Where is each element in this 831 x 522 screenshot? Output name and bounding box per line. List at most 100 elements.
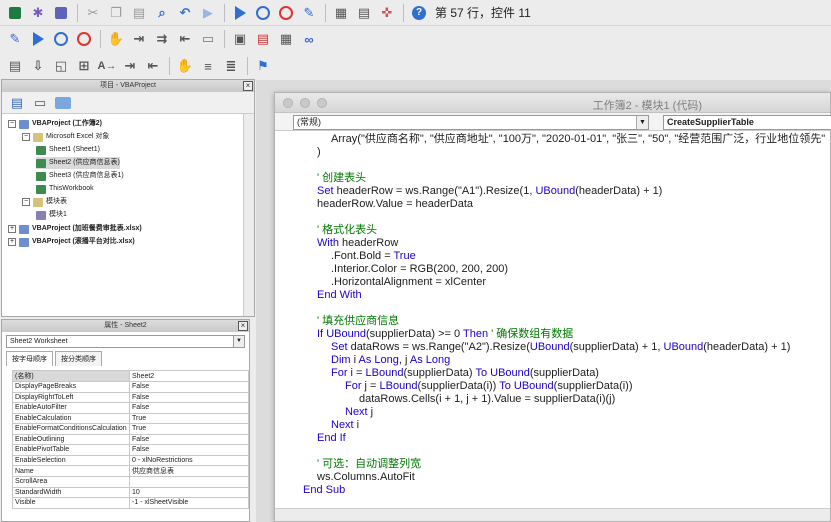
property-value[interactable]: True (129, 412, 249, 424)
step-out-icon[interactable]: ⇤ (174, 28, 196, 50)
bookmark-icon[interactable]: ⚑ (252, 55, 274, 77)
toggle-breakpoint-icon[interactable]: ✋ (105, 28, 127, 50)
reset-icon[interactable] (73, 28, 95, 50)
project-explorer-icon[interactable]: ▦ (330, 2, 352, 24)
quick-watch-icon[interactable]: ∞ (298, 28, 320, 50)
watch-window-icon[interactable]: ▤ (252, 28, 274, 50)
design-mode-icon[interactable]: ✎ (298, 2, 320, 24)
design-mode-icon[interactable]: ✎ (4, 28, 26, 50)
property-value[interactable]: True (129, 423, 249, 435)
property-row[interactable]: Visible -1 - xlSheetVisible (12, 497, 249, 509)
insert-module-icon[interactable]: ✱ (27, 2, 49, 24)
property-value[interactable]: False (129, 391, 249, 403)
help-icon[interactable]: ? (408, 2, 430, 24)
tree-node[interactable]: − VBAProject (工作簿2) (8, 118, 102, 130)
tree-node[interactable]: 模块1 (36, 209, 67, 221)
tree-node[interactable]: ThisWorkbook (36, 183, 94, 195)
collapse-icon[interactable]: − (22, 198, 30, 206)
comment-block-icon[interactable]: ≡ (197, 55, 219, 77)
property-value[interactable]: False (129, 433, 249, 445)
tree-node[interactable]: Sheet2 (供应商信息表) (36, 157, 120, 169)
save-icon[interactable] (50, 2, 72, 24)
collapse-icon[interactable]: − (22, 133, 30, 141)
property-row[interactable]: DisplayPageBreaks False (12, 381, 249, 393)
quick-info-icon[interactable]: ◱ (50, 55, 72, 77)
tab-categorized[interactable]: 按分类顺序 (55, 351, 102, 366)
property-row[interactable]: EnableSelection 0 - xlNoRestrictions (12, 454, 249, 466)
property-row[interactable]: (名称) Sheet2 (12, 370, 249, 382)
view-code-icon[interactable]: ▤ (6, 92, 28, 114)
property-row[interactable]: EnableAutoFilter False (12, 402, 249, 414)
property-value[interactable]: False (129, 402, 249, 414)
view-object-icon[interactable]: ▭ (29, 92, 51, 114)
locals-window-icon[interactable]: ▭ (197, 28, 219, 50)
property-row[interactable]: EnableFormatConditionsCalculation True (12, 423, 249, 435)
list-constants-icon[interactable]: ⇩ (27, 55, 49, 77)
toggle-breakpoint-icon[interactable]: ✋ (174, 55, 196, 77)
run-icon[interactable] (27, 28, 49, 50)
tree-node[interactable]: + VBAProject (加班餐费审批表.xlsx) (8, 223, 142, 235)
project-explorer-scrollbar[interactable] (243, 114, 254, 316)
uncomment-block-icon[interactable]: ≣ (220, 55, 242, 77)
properties-icon[interactable]: ▤ (353, 2, 375, 24)
immediate-window-icon[interactable]: ▣ (229, 28, 251, 50)
code-editor[interactable]: Array("供应商名称", "供应商地址", "100万", "2020-01… (283, 133, 830, 508)
expand-icon[interactable]: + (8, 238, 16, 246)
step-over-icon[interactable]: ⇉ (151, 28, 173, 50)
property-value[interactable]: 供应商信息表 (129, 465, 249, 477)
toggle-folders-icon[interactable] (52, 92, 74, 114)
parameter-info-icon[interactable]: ⊞ (73, 55, 95, 77)
call-stack-icon[interactable]: ▦ (275, 28, 297, 50)
tree-node[interactable]: + VBAProject (滚播平台对比.xlsx) (8, 236, 135, 248)
close-icon[interactable]: × (243, 81, 253, 91)
run-icon[interactable] (229, 2, 251, 24)
property-value[interactable]: 10 (129, 486, 249, 498)
copy-icon[interactable]: ❐ (105, 2, 127, 24)
paste-icon[interactable]: ▤ (128, 2, 150, 24)
property-value[interactable]: Sheet2 (129, 370, 249, 382)
property-row[interactable]: EnablePivotTable False (12, 444, 249, 456)
tree-node[interactable]: Sheet3 (供应商信息表1) (36, 170, 124, 182)
code-horizontal-scrollbar[interactable] (275, 508, 830, 521)
redo-icon[interactable]: ▶ (197, 2, 219, 24)
expand-icon[interactable]: + (8, 225, 16, 233)
list-properties-icon[interactable]: ▤ (4, 55, 26, 77)
complete-word-icon[interactable]: A→ (96, 55, 118, 77)
object-selector[interactable]: Sheet2 Worksheet ▼ (6, 335, 245, 348)
property-row[interactable]: EnableCalculation True (12, 412, 249, 424)
property-row[interactable]: DisplayRightToLeft False (12, 391, 249, 403)
property-value[interactable]: 0 - xlNoRestrictions (129, 454, 249, 466)
tree-node[interactable]: − 模块表 (22, 196, 67, 208)
break-icon[interactable] (50, 28, 72, 50)
property-row[interactable]: ScrollArea (12, 476, 249, 488)
find-icon[interactable]: ⌕ (151, 2, 173, 24)
break-icon[interactable] (252, 2, 274, 24)
undo-icon[interactable]: ↶ (174, 2, 196, 24)
indent-icon[interactable]: ⇥ (119, 55, 141, 77)
chevron-down-icon[interactable]: ▼ (233, 336, 244, 347)
step-into-icon[interactable]: ⇥ (128, 28, 150, 50)
excel-icon[interactable] (4, 2, 26, 24)
property-value[interactable]: -1 - xlSheetVisible (129, 497, 249, 509)
tree-node[interactable]: − Microsoft Excel 对象 (22, 131, 109, 143)
window-minimize-button[interactable] (300, 98, 310, 108)
procedure-combo[interactable]: CreateSupplierTable (663, 115, 831, 130)
window-close-button[interactable] (283, 98, 293, 108)
cut-icon[interactable]: ✂ (82, 2, 104, 24)
outdent-icon[interactable]: ⇤ (142, 55, 164, 77)
property-value[interactable]: False (129, 444, 249, 456)
property-value[interactable] (129, 476, 249, 488)
property-value[interactable]: False (129, 381, 249, 393)
object-combo[interactable]: (常规) ▼ (293, 115, 649, 130)
tab-alphabetic[interactable]: 按字母顺序 (6, 351, 53, 366)
property-row[interactable]: EnableOutlining False (12, 433, 249, 445)
property-row[interactable]: StandardWidth 10 (12, 486, 249, 498)
reset-icon[interactable] (275, 2, 297, 24)
tree-node[interactable]: Sheet1 (Sheet1) (36, 144, 100, 156)
property-row[interactable]: Name 供应商信息表 (12, 465, 249, 477)
window-zoom-button[interactable] (317, 98, 327, 108)
close-icon[interactable]: × (238, 321, 248, 331)
collapse-icon[interactable]: − (8, 120, 16, 128)
toolbox-icon[interactable]: ✜ (376, 2, 398, 24)
chevron-down-icon[interactable]: ▼ (636, 116, 648, 129)
